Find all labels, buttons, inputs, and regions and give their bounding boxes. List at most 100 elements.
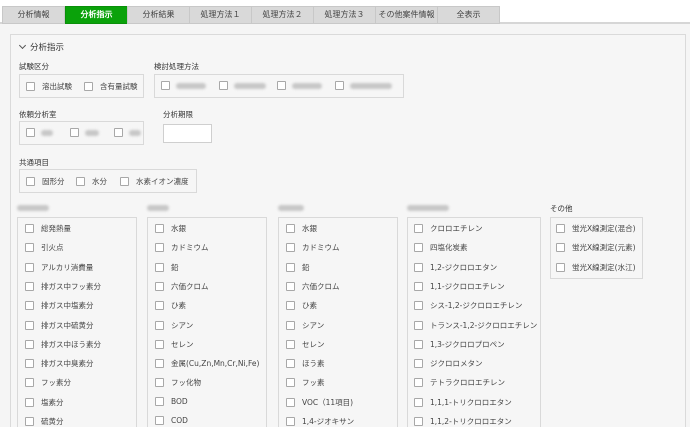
checkbox[interactable] xyxy=(219,81,228,90)
checkbox[interactable] xyxy=(25,224,34,233)
list-item-checkbox[interactable]: シアン xyxy=(155,320,193,331)
checkbox[interactable] xyxy=(155,339,164,349)
list-item-checkbox[interactable]: 蛍光X線測定(元素) xyxy=(556,242,636,253)
checkbox-solid-content[interactable]: 固形分 xyxy=(26,176,65,187)
list-item-checkbox[interactable]: トランス-1,2-ジクロロエチレン xyxy=(414,320,537,331)
checkbox-method-2[interactable] xyxy=(219,81,266,90)
checkbox[interactable] xyxy=(414,397,423,407)
checkbox[interactable] xyxy=(556,243,565,253)
checkbox[interactable] xyxy=(155,262,164,272)
checkbox[interactable] xyxy=(286,378,295,388)
list-item-checkbox[interactable]: 排ガス中塩素分 xyxy=(25,300,94,311)
list-item-checkbox[interactable]: ひ素 xyxy=(286,300,317,311)
list-item-checkbox[interactable]: 四塩化炭素 xyxy=(414,242,468,253)
checkbox[interactable] xyxy=(556,224,565,233)
section-header[interactable]: 分析指示 xyxy=(18,41,64,53)
tab-other-info[interactable]: その他案件情報 xyxy=(375,6,438,24)
checkbox[interactable] xyxy=(25,301,34,311)
checkbox[interactable] xyxy=(286,224,295,233)
checkbox[interactable] xyxy=(155,301,164,311)
list-item-checkbox[interactable]: COD xyxy=(155,416,188,425)
list-item-checkbox[interactable]: カドミウム xyxy=(155,242,209,253)
list-item-checkbox[interactable]: BOD xyxy=(155,396,188,406)
list-item-checkbox[interactable]: 1,3-ジクロロプロペン xyxy=(414,339,505,350)
list-item-checkbox[interactable]: 排ガス中ほう素分 xyxy=(25,339,101,350)
list-item-checkbox[interactable]: フッ素分 xyxy=(25,377,71,388)
checkbox[interactable] xyxy=(161,81,170,90)
list-item-checkbox[interactable]: クロロエチレン xyxy=(414,223,483,234)
checkbox[interactable] xyxy=(286,243,295,253)
checkbox[interactable] xyxy=(155,359,164,369)
tab-analysis-result[interactable]: 分析結果 xyxy=(127,6,190,24)
checkbox[interactable] xyxy=(155,243,164,253)
list-item-checkbox[interactable]: VOC（11項目) xyxy=(286,397,353,408)
checkbox[interactable] xyxy=(286,281,295,291)
checkbox[interactable] xyxy=(414,417,423,426)
list-item-checkbox[interactable]: セレン xyxy=(155,339,194,350)
list-item-checkbox[interactable]: 水銀 xyxy=(286,223,317,234)
list-item-checkbox[interactable]: 塩素分 xyxy=(25,397,64,408)
list-item-checkbox[interactable]: 排ガス中フッ素分 xyxy=(25,281,101,292)
checkbox[interactable] xyxy=(84,82,93,91)
checkbox[interactable] xyxy=(25,378,34,388)
checkbox-lab-1[interactable] xyxy=(26,128,53,137)
checkbox-moisture[interactable]: 水分 xyxy=(76,176,107,187)
checkbox-content-test[interactable]: 含有量試験 xyxy=(84,81,138,92)
list-item-checkbox[interactable]: 鉛 xyxy=(155,262,179,273)
tab-method-1[interactable]: 処理方法１ xyxy=(189,6,252,24)
list-item-checkbox[interactable]: ジクロロメタン xyxy=(414,358,483,369)
checkbox[interactable] xyxy=(155,281,164,291)
list-item-checkbox[interactable]: 1,2-ジクロロエタン xyxy=(414,262,497,273)
tab-method-2[interactable]: 処理方法２ xyxy=(251,6,314,24)
checkbox[interactable] xyxy=(556,262,565,272)
checkbox[interactable] xyxy=(70,128,79,137)
list-item-checkbox[interactable]: 1,1,1-トリクロロエタン xyxy=(414,397,512,408)
tab-show-all[interactable]: 全表示 xyxy=(437,6,500,24)
checkbox[interactable] xyxy=(414,281,423,291)
list-item-checkbox[interactable]: 六価クロム xyxy=(286,281,340,292)
checkbox[interactable] xyxy=(25,417,34,426)
checkbox[interactable] xyxy=(286,262,295,272)
checkbox[interactable] xyxy=(26,128,35,137)
checkbox[interactable] xyxy=(155,224,164,233)
list-item-checkbox[interactable]: 引火点 xyxy=(25,242,64,253)
checkbox[interactable] xyxy=(155,320,164,330)
list-item-checkbox[interactable]: 総発熱量 xyxy=(25,223,71,234)
list-item-checkbox[interactable]: 1,4-ジオキサン xyxy=(286,416,354,427)
list-item-checkbox[interactable]: セレン xyxy=(286,339,325,350)
checkbox[interactable] xyxy=(277,81,286,90)
checkbox[interactable] xyxy=(26,177,35,186)
list-item-checkbox[interactable]: フッ化物 xyxy=(155,377,201,388)
checkbox[interactable] xyxy=(286,397,295,407)
checkbox[interactable] xyxy=(120,177,129,186)
list-item-checkbox[interactable]: 蛍光X線測定(水江) xyxy=(556,262,636,273)
list-item-checkbox[interactable]: 排ガス中臭素分 xyxy=(25,358,94,369)
checkbox[interactable] xyxy=(286,359,295,369)
checkbox-leaching-test[interactable]: 溶出試験 xyxy=(26,81,72,92)
checkbox[interactable] xyxy=(414,224,423,233)
checkbox-method-4[interactable] xyxy=(335,81,392,90)
tab-analysis-info[interactable]: 分析情報 xyxy=(2,6,65,24)
list-item-checkbox[interactable]: フッ素 xyxy=(286,377,325,388)
checkbox[interactable] xyxy=(76,177,85,186)
checkbox[interactable] xyxy=(155,396,164,406)
checkbox[interactable] xyxy=(155,378,164,388)
checkbox[interactable] xyxy=(286,417,295,426)
tab-analysis-instruction[interactable]: 分析指示 xyxy=(65,6,128,24)
list-item-checkbox[interactable]: 鉛 xyxy=(286,262,310,273)
list-item-checkbox[interactable]: 硫黄分 xyxy=(25,416,64,427)
tab-method-3[interactable]: 処理方法３ xyxy=(313,6,376,24)
checkbox-lab-2[interactable] xyxy=(70,128,99,137)
checkbox[interactable] xyxy=(155,416,164,425)
list-item-checkbox[interactable]: シス-1,2-ジクロロエチレン xyxy=(414,300,522,311)
checkbox[interactable] xyxy=(25,262,34,272)
list-item-checkbox[interactable]: 蛍光X線測定(混合) xyxy=(556,223,636,234)
checkbox[interactable] xyxy=(25,359,34,369)
checkbox[interactable] xyxy=(286,339,295,349)
checkbox-lab-3[interactable] xyxy=(114,128,141,137)
checkbox-method-1[interactable] xyxy=(161,81,206,90)
checkbox[interactable] xyxy=(25,281,34,291)
list-item-checkbox[interactable]: ほう素 xyxy=(286,358,325,369)
checkbox[interactable] xyxy=(335,81,344,90)
checkbox[interactable] xyxy=(25,397,34,407)
